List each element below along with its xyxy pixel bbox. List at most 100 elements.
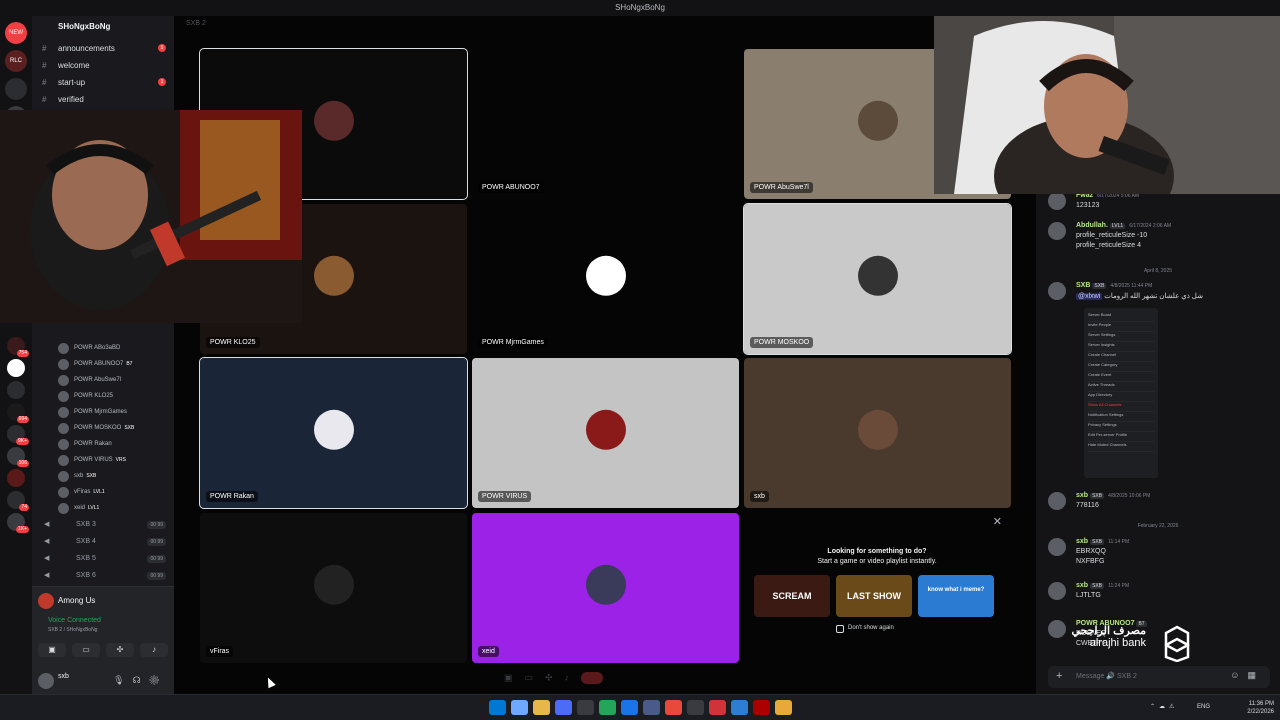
user-mention[interactable]: @xlxwi [1076,293,1103,300]
server-badge: 9K+ [15,438,29,445]
taskbar-app-icon[interactable] [731,700,748,715]
server-icon[interactable] [7,359,25,377]
channel-item[interactable]: # announcements 5 [32,40,174,57]
taskbar-app-icon[interactable] [555,700,572,715]
voice-user[interactable]: POWR AbuSwe7l [32,372,174,388]
voice-user[interactable]: POWR KLO25 [32,388,174,404]
server-icon[interactable]: 106 [7,447,29,467]
language-indicator[interactable]: ENG [1197,704,1210,710]
voice-user-name: POWR MOSKOO [74,425,122,431]
chat-message[interactable]: sxb SXB 11:14 PM EBRXQQ NXFBFG [1048,538,1273,565]
video-tile[interactable]: POWR MjrmGames [472,204,739,354]
voice-channel[interactable]: ◀ SXB 5 00 99 [32,550,174,567]
taskbar-app-icon[interactable] [577,700,594,715]
taskbar-app-icon[interactable] [709,700,726,715]
embed-menu-item: Create Event [1088,372,1154,382]
embed-menu-item: Invite People [1088,322,1154,332]
message-input[interactable]: + Message 🔊 SXB 2 ☺▦ [1048,666,1270,688]
voice-user[interactable]: POWR MjrmGames [32,404,174,420]
voice-connected-label[interactable]: Voice Connected [38,617,101,624]
soundboard-button[interactable]: ♪ [140,643,168,657]
channel-item[interactable]: # verified [32,91,174,108]
video-tile[interactable]: POWR VIRUS [472,358,739,508]
voice-user[interactable]: POWR MOSKOO SXB [32,420,174,436]
chat-message[interactable]: sxb SXB 11:24 PM LJTLTG [1048,582,1273,600]
taskbar-app-icon[interactable] [599,700,616,715]
call-controls[interactable]: ▣▭✣♪ [504,672,604,684]
webcam-right [934,16,1280,194]
dont-show-again-checkbox[interactable]: Don't show again [836,625,894,633]
taskbar-app-icon[interactable] [775,700,792,715]
chat-message[interactable]: Fwaz 6/17/2024 5:06 AM 123123 [1048,192,1273,210]
video-tile[interactable]: POWR Rakan [199,357,468,509]
activity-card[interactable]: SCREAM [754,575,830,617]
server-icon[interactable]: 74 [7,491,29,511]
clock[interactable]: 11:36 PM 2/22/2026 [1232,700,1274,716]
voice-user[interactable]: POWR Rakan [32,436,174,452]
video-tile[interactable]: xeid [472,513,739,663]
activity-status[interactable]: Among Us [38,593,95,609]
screen-share-button[interactable]: ▭ [72,643,100,657]
activity-card[interactable]: LAST SHOW [836,575,912,617]
voice-user-name: POWR AbuSwe7l [74,377,122,383]
avatar [585,255,626,296]
taskbar-app-icon[interactable] [511,700,528,715]
message-timestamp: 6/17/2024 2:06 AM [1129,223,1172,229]
server-icon[interactable]: 1K+ [7,513,29,533]
avatar [1048,192,1066,210]
user-tag: SXB [86,473,97,479]
video-tile[interactable]: POWR ABUNOO7 [472,49,739,199]
taskbar-app-icon[interactable] [643,700,660,715]
server-icon[interactable]: 694 [7,403,29,423]
server-name[interactable]: SHoNgxBoNg [32,16,174,40]
avatar [58,343,69,354]
server-icon[interactable]: NEW [5,22,27,44]
voice-channel[interactable]: ◀ SXB 4 00 99 [32,533,174,550]
screenshot-embed[interactable]: Server Boost Invite People Server Settings… [1084,308,1158,478]
voice-user[interactable]: sxb SXB [32,468,174,484]
speaker-icon: ◀ [44,572,50,579]
activity-card[interactable]: know what i meme? [918,575,994,617]
camera-button[interactable]: ▣ [38,643,66,657]
close-icon[interactable]: ✕ [993,515,1002,528]
taskbar-app-icon[interactable] [665,700,682,715]
checkbox-icon [836,625,844,633]
video-tile[interactable]: POWR MOSKOO [743,203,1012,355]
activities-button[interactable]: ✣ [106,643,134,657]
taskbar-app-icon[interactable] [489,700,506,715]
voice-user[interactable]: POWR ABo3aBD [32,340,174,356]
taskbar-app-icon[interactable] [753,700,770,715]
speaker-icon: ◀ [44,521,50,528]
chat-message[interactable]: SXB SXB 4/8/2025 11:44 PM @xlxwi شل ذي علشا… [1048,282,1273,300]
channel-item[interactable]: # start-up 1 [32,74,174,91]
server-icon[interactable] [7,469,25,487]
taskbar-app-icon[interactable] [533,700,550,715]
server-icon[interactable] [5,78,27,100]
voice-channel[interactable]: ◀ SXB 6 00 99 [32,567,174,584]
taskbar-app-icon[interactable] [621,700,638,715]
message-text: profile_reticuleSize -10 [1076,232,1273,239]
plus-icon[interactable]: + [1056,670,1062,682]
server-icon[interactable]: 754 [7,337,29,357]
voice-user[interactable]: POWR VIRUS VRS [32,452,174,468]
taskbar-app-icon[interactable] [687,700,704,715]
voice-user[interactable]: xeid LVL1 [32,500,174,516]
tray-icons[interactable]: ⌃☁⚠ [1150,703,1178,710]
channel-item[interactable]: # welcome [32,57,174,74]
avatar [857,255,898,296]
video-tile[interactable]: sxb [744,358,1011,508]
voice-user-name: POWR MjrmGames [74,409,127,415]
end-call-button[interactable] [581,672,604,684]
video-tile[interactable]: vFiras [200,513,467,663]
voice-channel[interactable]: ◀ SXB 3 00 99 [32,516,174,533]
server-icon[interactable]: RLC [5,50,27,72]
chat-message[interactable]: sxb SXB 4/8/2025 10:06 PM 778116 [1048,492,1273,510]
server-icon[interactable] [7,381,25,399]
user-panel[interactable]: sxb 🎙☊⚙ [38,673,168,689]
emoji-icon[interactable]: ☺▦ [1230,670,1264,681]
server-icon[interactable]: 9K+ [7,425,29,445]
user-controls[interactable]: 🎙☊⚙ [113,675,168,686]
chat-message[interactable]: Abdullah. LVL1 6/17/2024 2:06 AM profile_re… [1048,222,1273,249]
voice-user[interactable]: vFiras LVL1 [32,484,174,500]
voice-user[interactable]: POWR ABUNOO7 B7 [32,356,174,372]
